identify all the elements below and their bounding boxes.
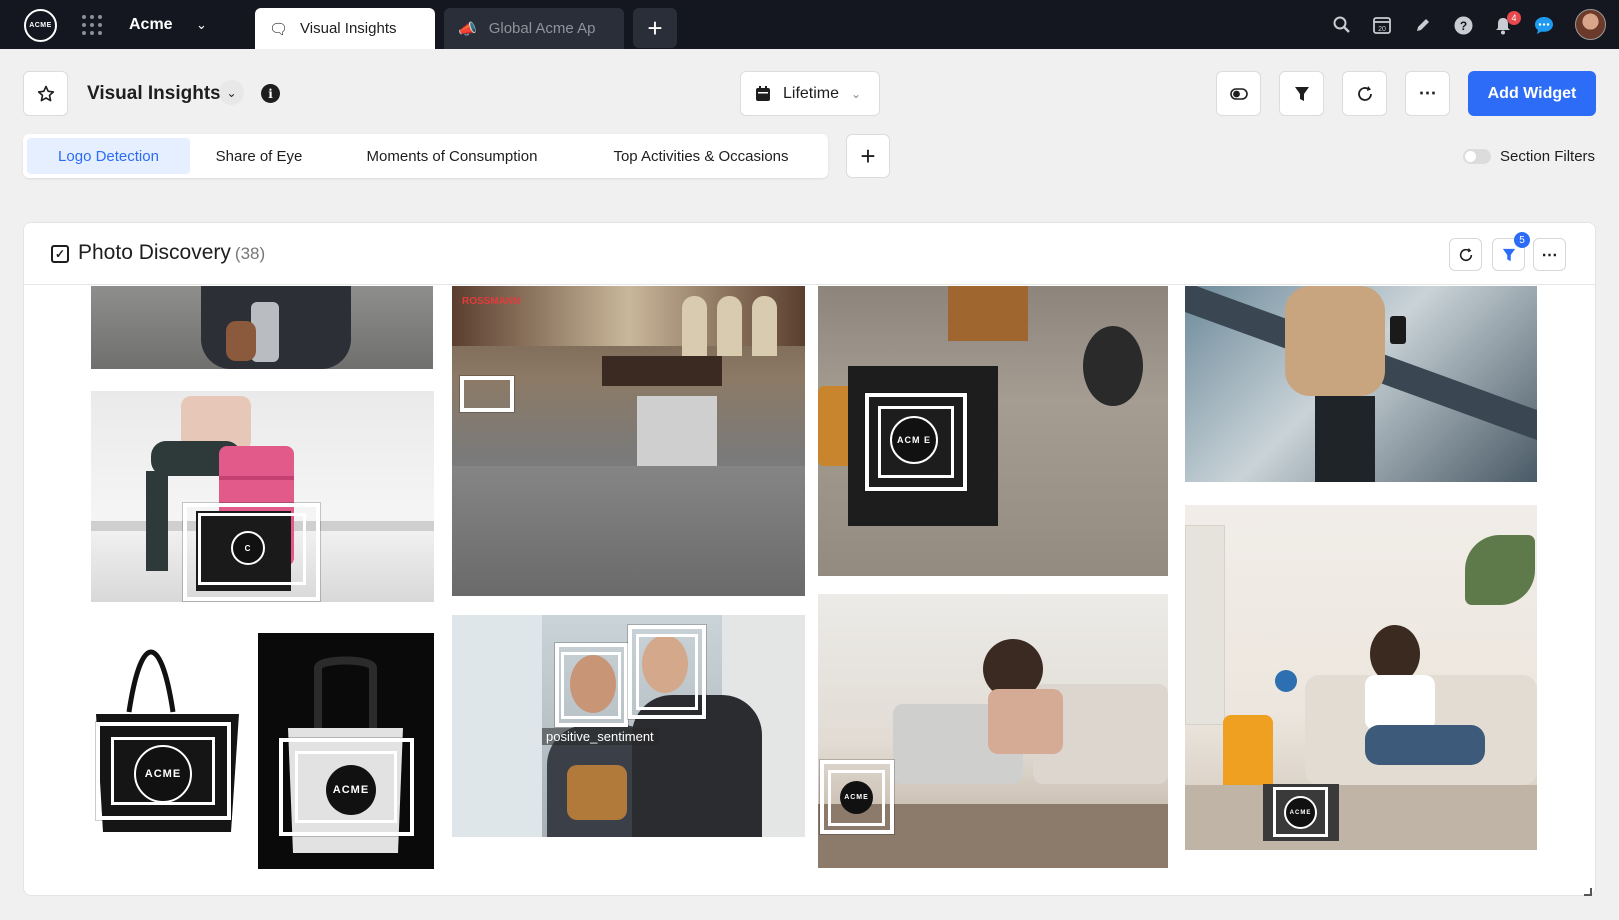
detected-logo: ACME: [134, 745, 192, 803]
ellipsis-icon: ⋯: [1541, 246, 1558, 264]
widget-more-button[interactable]: ⋯: [1533, 238, 1566, 271]
widget-resize-handle[interactable]: [1584, 888, 1592, 896]
notification-count-badge: 4: [1507, 11, 1521, 25]
photo-train-station[interactable]: ROSSMANN: [452, 286, 805, 596]
favorite-star-button[interactable]: [23, 71, 68, 116]
photo-packing-suitcase[interactable]: ACME: [818, 594, 1168, 868]
widget-title: Photo Discovery (38): [78, 241, 265, 265]
calendar-day: 20: [1378, 26, 1386, 33]
store-sign: ROSSMANN: [462, 296, 521, 307]
title-dropdown-chevron-icon[interactable]: ⌄: [219, 80, 244, 105]
search-icon[interactable]: [1331, 14, 1353, 36]
section-filters-label: Section Filters: [1500, 148, 1596, 165]
photo-black-tote[interactable]: ACME: [91, 622, 255, 854]
svg-text:?: ?: [1459, 19, 1466, 33]
chat-bubble-icon: 🗨: [269, 20, 289, 38]
photo-shopping-bag-tarmac[interactable]: ACM E: [818, 286, 1168, 576]
widget-title-text: Photo Discovery: [78, 241, 231, 264]
tab-share-of-eye[interactable]: Share of Eye: [200, 138, 318, 174]
new-tab-button[interactable]: +: [633, 8, 677, 48]
ellipsis-icon: ⋯: [1418, 83, 1437, 103]
refresh-button[interactable]: [1342, 71, 1387, 116]
acme-logo[interactable]: ACME: [24, 9, 57, 42]
filter-icon: [1294, 86, 1309, 101]
app-launcher-icon[interactable]: [82, 15, 102, 35]
photo-white-tote[interactable]: ACME: [258, 633, 434, 869]
photo-friends-on-train[interactable]: [452, 615, 805, 837]
date-range-selector[interactable]: Lifetime ⌄: [740, 71, 880, 116]
top-nav-bar: ACME Acme ⌄ 🗨 Visual Insights 📣 Global A…: [0, 0, 1619, 49]
detected-logo: ACME: [326, 765, 376, 815]
chevron-down-icon[interactable]: ⌄: [196, 17, 207, 33]
add-widget-button[interactable]: Add Widget: [1468, 71, 1596, 116]
megaphone-icon: 📣: [458, 20, 477, 38]
photo-phone-hand[interactable]: [91, 286, 433, 369]
star-icon: [37, 85, 54, 101]
refresh-icon: [1459, 247, 1472, 261]
section-filters-toggle[interactable]: [1463, 149, 1491, 164]
more-options-button[interactable]: ⋯: [1405, 71, 1450, 116]
calendar-icon: [756, 85, 770, 101]
help-icon[interactable]: ?: [1452, 14, 1474, 36]
detected-logo: ACME: [840, 781, 873, 814]
page-title: Visual Insights: [87, 83, 221, 104]
photo-count: (38): [234, 244, 266, 263]
photo-pink-suitcase[interactable]: C: [91, 391, 434, 602]
filter-button[interactable]: [1279, 71, 1324, 116]
sentiment-label: positive_sentiment: [542, 728, 658, 745]
filter-icon: [1502, 248, 1515, 261]
pencil-icon[interactable]: [1412, 14, 1434, 36]
tab-top-activities-occasions[interactable]: Top Activities & Occasions: [586, 138, 816, 174]
widget-header: ✓ Photo Discovery (38) 5 ⋯: [24, 223, 1595, 285]
chat-icon[interactable]: [1533, 14, 1555, 36]
calendar-icon[interactable]: 20: [1371, 14, 1393, 36]
tab-moments-of-consumption[interactable]: Moments of Consumption: [343, 138, 561, 174]
tab-label: Visual Insights: [300, 20, 397, 37]
toggle-icon: [1229, 87, 1248, 100]
toggle-view-button[interactable]: [1216, 71, 1261, 116]
workspace-name[interactable]: Acme: [129, 16, 173, 34]
photo-escalator[interactable]: [1185, 286, 1537, 482]
detected-logo: C: [231, 531, 265, 565]
checkbox-icon[interactable]: ✓: [51, 245, 69, 263]
date-range-value: Lifetime: [783, 84, 840, 102]
section-tabs: Logo Detection Share of Eye Moments of C…: [23, 134, 828, 178]
filter-count-badge: 5: [1514, 232, 1530, 248]
tab-visual-insights[interactable]: 🗨 Visual Insights: [255, 8, 435, 49]
widget-refresh-button[interactable]: [1449, 238, 1482, 271]
tab-global-acme[interactable]: 📣 Global Acme Ap: [444, 8, 624, 49]
tab-logo-detection[interactable]: Logo Detection: [27, 138, 190, 174]
chevron-down-icon: ⌄: [851, 86, 862, 101]
detected-logo: ACM E: [890, 416, 938, 464]
refresh-icon: [1357, 85, 1372, 101]
add-section-button[interactable]: +: [846, 134, 890, 178]
info-icon[interactable]: i: [261, 84, 280, 103]
tab-label: Global Acme Ap: [488, 20, 596, 37]
user-avatar[interactable]: [1575, 9, 1606, 40]
detected-logo: ACME: [1284, 796, 1317, 829]
photo-living-room-suitcase[interactable]: ACME: [1185, 505, 1537, 850]
